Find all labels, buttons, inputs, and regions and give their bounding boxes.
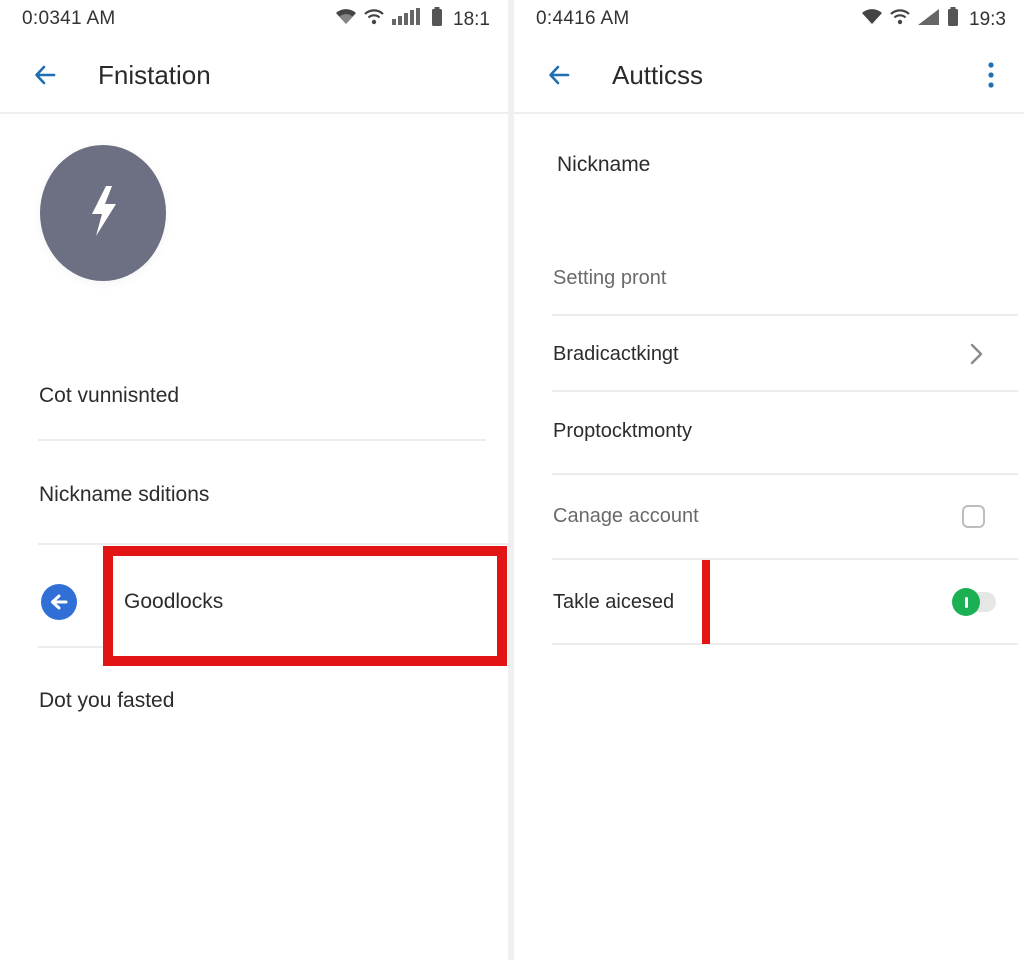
divider bbox=[552, 643, 1018, 645]
divider bbox=[552, 558, 1018, 560]
more-vert-icon bbox=[988, 61, 994, 93]
toggle-knob bbox=[952, 588, 980, 616]
app-bar: Autticss bbox=[514, 40, 1024, 114]
battery-icon bbox=[431, 7, 443, 33]
avatar[interactable] bbox=[40, 145, 166, 281]
status-bar: 0:4416 AM 19:3 bbox=[514, 0, 1024, 36]
status-clock: 18:1 bbox=[453, 9, 490, 30]
account-checkbox[interactable] bbox=[962, 505, 985, 528]
app-bar: Fnistation bbox=[0, 40, 508, 114]
chevron-right-icon[interactable] bbox=[962, 340, 990, 368]
page-title: Autticss bbox=[612, 60, 704, 90]
left-screen: 0:0341 AM 18:1 Fnistation Cot vunnisnted… bbox=[0, 0, 508, 960]
signal-icon bbox=[391, 8, 425, 32]
divider bbox=[38, 543, 508, 545]
nickname-label: Nickname bbox=[557, 153, 651, 176]
right-screen: 0:4416 AM 19:3 Autticss bbox=[514, 0, 1024, 960]
battery-icon bbox=[947, 7, 959, 33]
back-button[interactable] bbox=[28, 60, 62, 94]
lightning-bolt-icon bbox=[86, 184, 120, 243]
divider bbox=[552, 473, 1018, 475]
page-title: Fnistation bbox=[98, 60, 211, 90]
list-item[interactable]: Bradicactkingt bbox=[553, 343, 679, 366]
wifi-icon bbox=[889, 8, 911, 32]
arrow-back-icon bbox=[34, 65, 56, 90]
list-item[interactable]: Dot you fasted bbox=[39, 689, 174, 713]
status-time: 0:0341 AM bbox=[22, 8, 116, 29]
list-item[interactable]: Nickname sditions bbox=[39, 483, 209, 507]
divider bbox=[552, 390, 1018, 392]
list-item[interactable]: Setting pront bbox=[553, 267, 666, 290]
arrow-back-icon bbox=[548, 65, 570, 90]
highlight-marker bbox=[702, 560, 710, 644]
list-item-takle-aicesed[interactable]: Takle aicesed bbox=[553, 591, 674, 614]
wifi-icon bbox=[335, 8, 357, 32]
divider bbox=[38, 646, 104, 648]
wifi-icon bbox=[861, 8, 883, 32]
divider bbox=[38, 439, 486, 441]
list-item[interactable]: Cot vunnisnted bbox=[39, 384, 179, 408]
back-button[interactable] bbox=[542, 60, 576, 94]
status-icons: 19:3 bbox=[861, 7, 1006, 33]
more-button[interactable] bbox=[978, 58, 1004, 96]
status-bar: 0:0341 AM 18:1 bbox=[0, 0, 508, 36]
list-item[interactable]: Proptocktmonty bbox=[553, 420, 692, 443]
access-toggle[interactable] bbox=[952, 588, 996, 616]
list-item[interactable]: Canage account bbox=[553, 505, 699, 528]
arrow-left-circle-icon[interactable] bbox=[41, 584, 77, 620]
highlight-box bbox=[103, 546, 507, 666]
wifi-icon bbox=[363, 8, 385, 32]
status-icons: 18:1 bbox=[335, 7, 490, 33]
divider bbox=[552, 314, 1018, 316]
status-time: 0:4416 AM bbox=[536, 8, 630, 29]
status-clock: 19:3 bbox=[969, 9, 1006, 30]
signal-icon bbox=[917, 8, 941, 32]
